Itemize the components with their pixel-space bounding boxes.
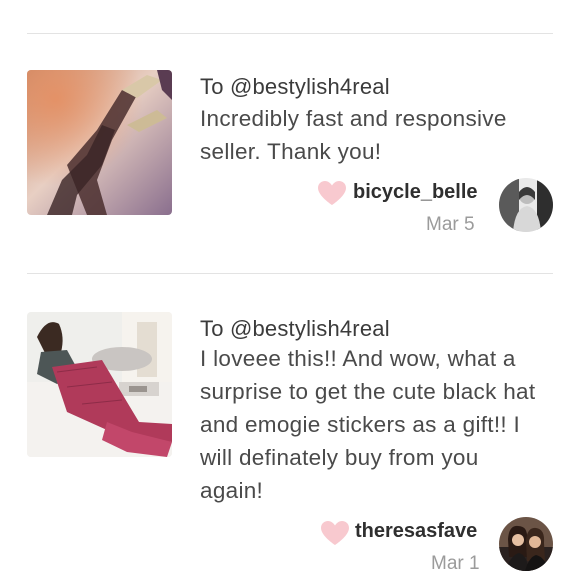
- heart-icon[interactable]: [320, 520, 350, 546]
- review-date: Mar 1: [431, 553, 480, 574]
- reviewer-username[interactable]: theresasfave: [355, 520, 477, 543]
- review-divider: [27, 273, 553, 274]
- user-avatar[interactable]: [499, 517, 553, 571]
- top-divider: [27, 33, 553, 34]
- review-text: I loveee this!! And wow, what a surprise…: [200, 346, 536, 503]
- heart-icon[interactable]: [317, 180, 347, 206]
- listing-thumbnail[interactable]: [27, 312, 172, 457]
- review-text: Incredibly fast and responsive seller. T…: [200, 106, 507, 164]
- review-recipient[interactable]: To @bestylish4real: [200, 316, 390, 342]
- review-date: Mar 5: [426, 214, 475, 235]
- listing-thumbnail[interactable]: [27, 70, 172, 215]
- review-recipient[interactable]: To @bestylish4real: [200, 74, 390, 100]
- user-avatar[interactable]: [499, 178, 553, 232]
- reviewer-username[interactable]: bicycle_belle: [353, 181, 478, 204]
